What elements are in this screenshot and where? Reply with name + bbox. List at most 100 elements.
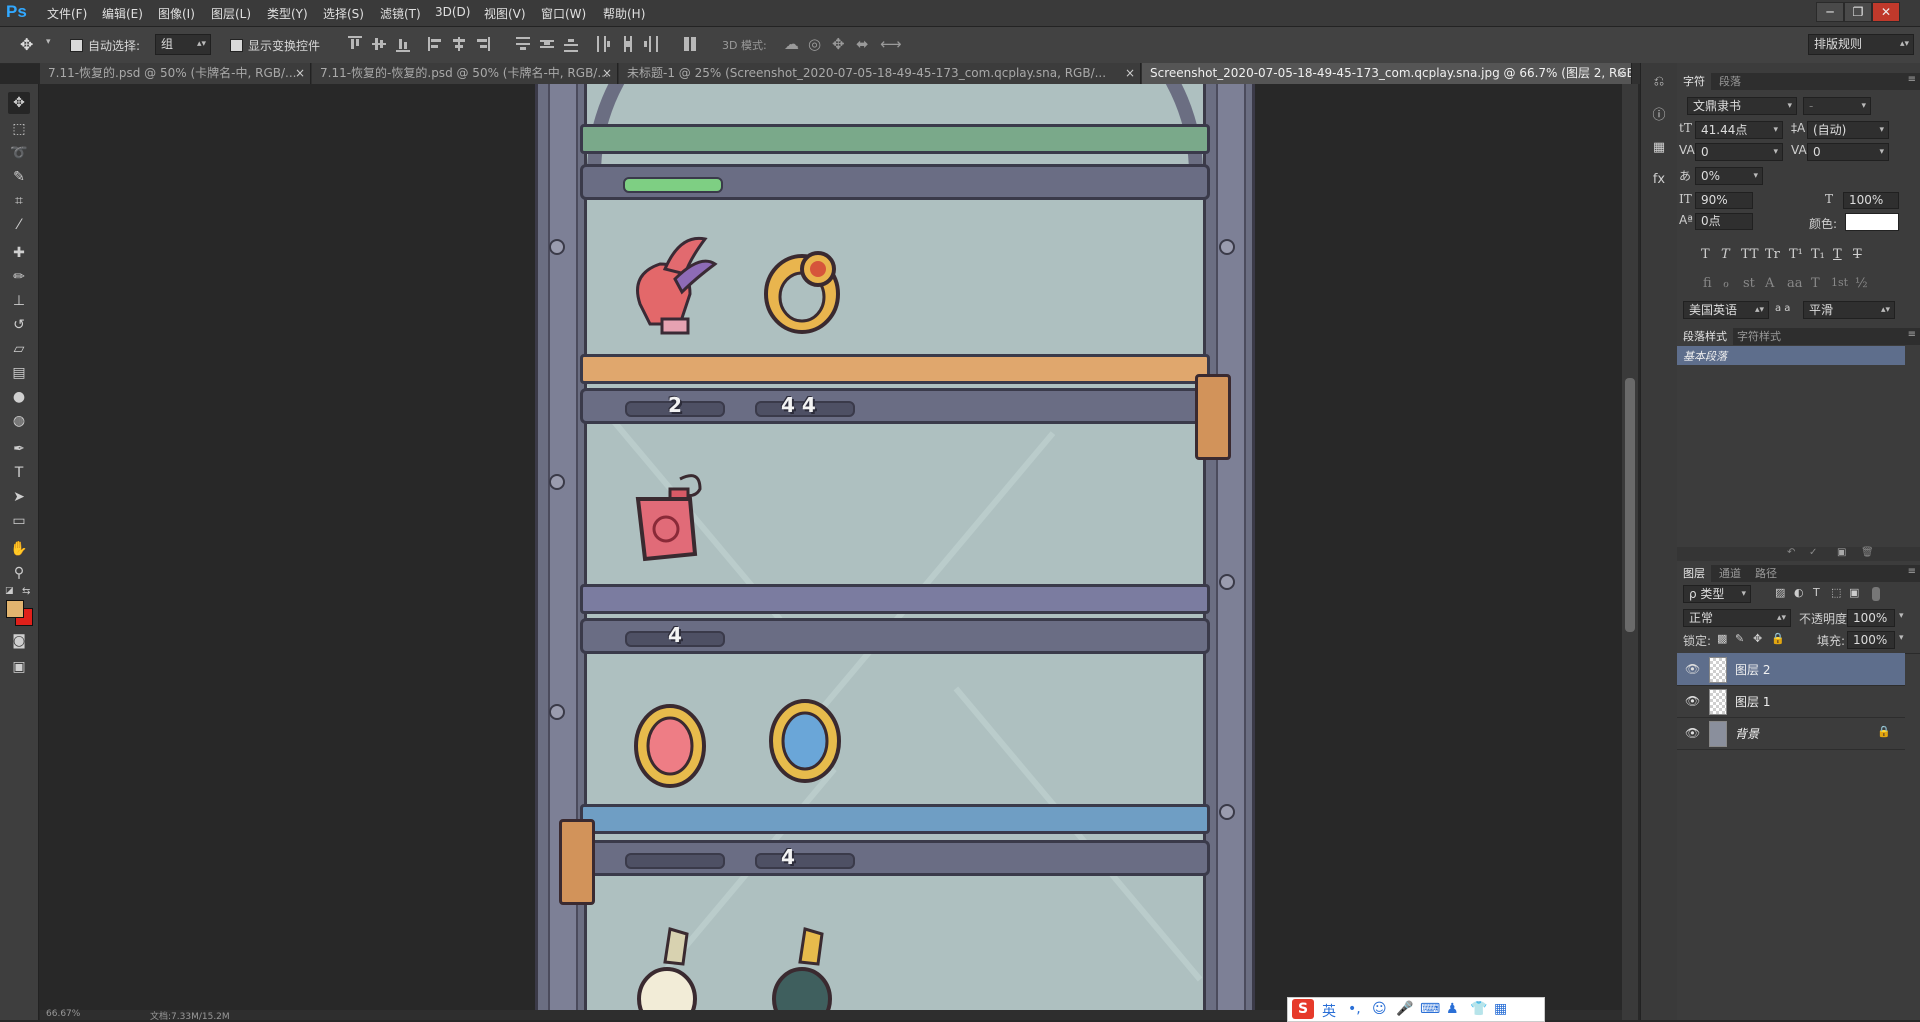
strikethrough-button[interactable]: T <box>1853 247 1862 262</box>
skin-icon[interactable]: 👕 <box>1470 1001 1487 1017</box>
panel-menu-icon[interactable]: ≡ <box>1908 566 1916 577</box>
distribute-right-icon[interactable] <box>644 36 658 52</box>
tab-paragraph-styles[interactable]: 段落样式 <box>1677 328 1733 345</box>
font-size-field[interactable]: 41.44点 ▾ <box>1695 121 1783 139</box>
minimize-button[interactable]: ─ <box>1816 2 1844 22</box>
underline-button[interactable]: T <box>1833 247 1842 262</box>
align-bottom-icon[interactable] <box>396 36 410 52</box>
leading-field[interactable]: (自动) ▾ <box>1807 121 1889 139</box>
layer-row-layer-1[interactable]: 👁 图层 1 <box>1677 685 1905 718</box>
shape-filter-icon[interactable]: ⬚ <box>1831 586 1841 599</box>
ime-toolbar[interactable]: S 英 •, ☺ 🎤 ⌨ ♟ 👕 ▦ <box>1287 997 1545 1022</box>
menu-image[interactable]: 图像(I) <box>158 5 195 22</box>
kerning-field[interactable]: 0 ▾ <box>1695 143 1783 161</box>
tab-document-3[interactable]: 未标题-1 @ 25% (Screenshot_2020-07-05-18-49… <box>619 63 1141 84</box>
faux-italic-button[interactable]: T <box>1721 247 1730 262</box>
foreground-color-swatch[interactable] <box>6 600 24 618</box>
text-color-swatch[interactable] <box>1845 213 1899 231</box>
tab-document-1[interactable]: 7.11-恢复的.psd @ 50% (卡牌名-中, RGB/... × <box>40 63 311 84</box>
eraser-tool-icon[interactable]: ▱ <box>8 338 30 360</box>
tab-document-4[interactable]: Screenshot_2020-07-05-18-49-45-173_com.q… <box>1142 63 1632 84</box>
clone-stamp-tool-icon[interactable]: ⊥ <box>8 290 30 312</box>
dodge-tool-icon[interactable]: ◍ <box>8 410 30 432</box>
new-style-icon[interactable]: ▣ <box>1837 547 1846 558</box>
distribute-hcenter-icon[interactable] <box>620 36 634 52</box>
3d-slide-icon[interactable]: ⬌ <box>856 35 869 53</box>
auto-select-checkbox[interactable] <box>70 39 83 52</box>
default-colors-icon[interactable]: ◪ <box>5 586 14 596</box>
red-perfume-bottle-item[interactable] <box>620 469 710 569</box>
clear-override-icon[interactable]: ↶ <box>1787 547 1795 558</box>
small-caps-button[interactable]: Tr <box>1765 247 1780 262</box>
font-style-dropdown[interactable]: - ▾ <box>1803 97 1871 115</box>
3d-scale-icon[interactable]: ⟷ <box>880 35 902 53</box>
visibility-eye-icon[interactable]: 👁 <box>1685 694 1700 708</box>
blur-tool-icon[interactable]: ● <box>8 386 30 408</box>
winged-helmet-item[interactable] <box>620 234 720 344</box>
swap-colors-icon[interactable]: ⇆ <box>22 586 30 597</box>
fractions-button[interactable]: ½ <box>1855 276 1868 291</box>
horizontal-scale-field[interactable]: 100% <box>1843 192 1899 209</box>
lock-all-icon[interactable]: 🔒 <box>1771 632 1785 645</box>
close-icon[interactable]: × <box>1616 63 1626 84</box>
vertical-scrollbar-thumb[interactable] <box>1625 378 1635 632</box>
faux-bold-button[interactable]: T <box>1701 247 1710 262</box>
user-icon[interactable]: ♟ <box>1446 1001 1459 1017</box>
superscript-button[interactable]: T¹ <box>1789 247 1803 262</box>
auto-select-dropdown[interactable]: 组 ▴▾ <box>155 34 211 55</box>
distribute-top-icon[interactable] <box>516 36 530 52</box>
filter-toggle[interactable] <box>1872 587 1880 601</box>
marquee-tool-icon[interactable]: ⬚ <box>8 118 30 140</box>
baseline-shift-field[interactable]: 0点 <box>1695 213 1753 230</box>
antialias-dropdown[interactable]: 平滑 ▴▾ <box>1803 301 1895 319</box>
paragraph-style-item[interactable]: 基本段落 <box>1677 346 1905 365</box>
pixel-filter-icon[interactable]: ▨ <box>1775 586 1785 599</box>
tab-paragraph[interactable]: 段落 <box>1713 73 1747 90</box>
toolbox-icon[interactable]: ▦ <box>1494 1001 1507 1017</box>
swatches-icon[interactable]: ▦ <box>1648 137 1670 159</box>
tab-character[interactable]: 字符 <box>1677 73 1711 90</box>
history-icon[interactable]: ⎌ <box>1648 71 1670 93</box>
font-family-dropdown[interactable]: 文鼎隶书 ▾ <box>1687 97 1797 115</box>
adjustment-filter-icon[interactable]: ◐ <box>1794 586 1804 599</box>
align-hcenter-icon[interactable] <box>452 36 466 52</box>
lock-transparent-icon[interactable]: ▩ <box>1717 632 1727 645</box>
chevron-down-icon[interactable]: ▾ <box>1899 611 1904 621</box>
rectangle-tool-icon[interactable]: ▭ <box>8 510 30 532</box>
keyboard-icon[interactable]: ⌨ <box>1420 1001 1440 1017</box>
restore-button[interactable]: ❐ <box>1844 2 1872 22</box>
subscript-button[interactable]: T₁ <box>1811 247 1825 262</box>
menu-help[interactable]: 帮助(H) <box>603 5 645 22</box>
dark-gem-pendant-item[interactable] <box>760 924 840 1020</box>
lock-pixels-icon[interactable]: ✎ <box>1735 632 1744 645</box>
styles-icon[interactable]: fx <box>1648 169 1670 191</box>
screen-mode-icon[interactable]: ▣ <box>8 656 30 678</box>
panel-menu-icon[interactable]: ≡ <box>1908 74 1916 85</box>
blend-mode-dropdown[interactable]: 正常 ▴▾ <box>1683 609 1791 627</box>
smart-object-filter-icon[interactable]: ▣ <box>1849 586 1859 599</box>
blue-gem-amulet-item[interactable] <box>760 689 850 789</box>
type-tool-icon[interactable]: T <box>8 462 30 484</box>
move-tool-icon[interactable]: ✥ <box>8 92 30 114</box>
tab-paths[interactable]: 路径 <box>1749 565 1783 582</box>
history-brush-tool-icon[interactable]: ↺ <box>8 314 30 336</box>
opacity-field[interactable]: 100% <box>1847 609 1895 627</box>
emoji-icon[interactable]: ☺ <box>1372 1001 1387 1017</box>
brush-tool-icon[interactable]: ✏ <box>8 266 30 288</box>
eyedropper-tool-icon[interactable]: ⁄ <box>8 214 30 236</box>
info-icon[interactable]: ⓘ <box>1648 105 1670 127</box>
align-top-icon[interactable] <box>348 36 362 52</box>
pen-tool-icon[interactable]: ✒ <box>8 438 30 460</box>
3d-roll-icon[interactable]: ◎ <box>808 35 821 53</box>
healing-brush-tool-icon[interactable]: ✚ <box>8 242 30 264</box>
sogou-logo-icon[interactable]: S <box>1292 999 1314 1019</box>
ime-language-toggle[interactable]: 英 <box>1322 1001 1336 1021</box>
lasso-tool-icon[interactable]: ➰ <box>8 142 30 164</box>
hand-tool-icon[interactable]: ✋ <box>8 538 30 560</box>
menu-window[interactable]: 窗口(W) <box>541 5 586 22</box>
visibility-eye-icon[interactable]: 👁 <box>1685 726 1700 740</box>
menu-layer[interactable]: 图层(L) <box>211 5 251 22</box>
crop-tool-icon[interactable]: ⌗ <box>8 190 30 212</box>
visibility-eye-icon[interactable]: 👁 <box>1685 662 1700 676</box>
3d-orbit-icon[interactable]: ☁ <box>784 35 799 53</box>
